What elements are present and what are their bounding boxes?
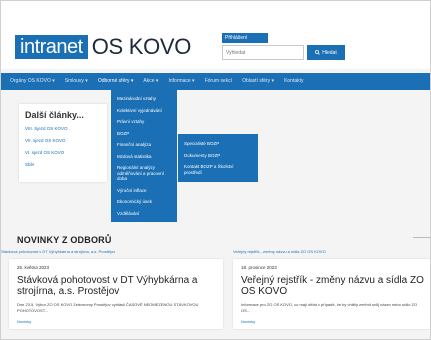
nav-item-kontakty[interactable]: Kontakty [279,73,308,90]
news-category-link[interactable]: Novinky [241,319,424,324]
search-button-label: Hledat [322,49,337,56]
sidebar-link[interactable]: Sběr [25,162,101,167]
nav-item-informace[interactable]: Informace ▾ [163,73,199,90]
news-category-link[interactable]: Novinky [17,319,215,324]
dropdown-item[interactable]: Kolektivní vyjednávání [111,105,177,117]
nav-item-smlouvy[interactable]: Smlouvy ▾ [60,73,93,90]
sidebar-articles: Další články... VIII. Sjezd OS KOVO VII.… [19,104,107,182]
news-title[interactable]: Stávková pohotovost v DT Výhybkárna a st… [17,275,215,297]
news-date: 25. května 2023 [17,265,50,270]
search-icon [315,50,321,55]
nav-item-organy[interactable]: Orgány OS KOVO ▾ [5,73,60,90]
login-link[interactable]: Přihlášení [222,33,268,43]
news-card[interactable]: 25. května 2023 Stávková pohotovost v DT… [9,259,223,329]
news-tag-link[interactable]: Stávková pohotovost v DT Výhybkárna a st… [1,249,115,254]
sidebar-link[interactable]: VI. sjezd OS KOVO [25,150,101,155]
header: intranet OS KOVO Přihlášení Hledat [1,1,430,69]
search-input[interactable] [222,45,304,60]
nav-item-oblasti[interactable]: Oblastí sféry ▾ [237,73,279,90]
nav-item-akce[interactable]: Akce ▾ [138,73,163,90]
news-title[interactable]: Veřejný rejstřík - změny názvu a sídla Z… [241,275,424,297]
news-excerpt: Informace pro ZO OS KOVO, co mají dělat … [241,302,418,313]
page: intranet OS KOVO Přihlášení Hledat Orgán… [0,0,431,340]
submenu-item[interactable]: Specialisté BOZP [178,138,258,150]
sidebar-title: Další články... [25,110,84,120]
dropdown-item-bozp[interactable]: BOZP [111,128,177,140]
divider [413,237,430,238]
sidebar-link[interactable]: VIII. Sjezd OS KOVO [25,126,101,131]
news-section-heading: NOVINKY Z ODBORŮ [17,235,112,245]
site-logo[interactable]: intranet OS KOVO [15,34,192,59]
submenu-item[interactable]: Kontakt BOZP a Školství prostředí [178,161,258,178]
dropdown-item[interactable]: Mzdová statistika [111,151,177,163]
sidebar-link[interactable]: VII. sjezd OS KOVO [25,138,101,143]
logo-text: OS KOVO [91,34,192,59]
dropdown-item[interactable]: Regionální analýzy odměňování a pracovní… [111,162,177,185]
submenu-item[interactable]: Dokumenty BOZP [178,150,258,162]
dropdown-item[interactable]: Výroční inflace [111,185,177,197]
news-date: 18. prosince 2023 [241,265,277,270]
dropdown-item[interactable]: Vzdělávání [111,208,177,220]
news-card[interactable]: 18. prosince 2023 Veřejný rejstřík - změ… [233,259,430,329]
nav-item-odborne-sfery[interactable]: Odborné sféry ▾ [93,73,139,90]
dropdown-item[interactable]: Mezinárodní vztahy [111,93,177,105]
main-navbar: Orgány OS KOVO ▾ Smlouvy ▾ Odborné sféry… [1,73,430,90]
dropdown-item[interactable]: Finanční analýza [111,139,177,151]
nav-dropdown-menu: Mezinárodní vztahy Kolektivní vyjednáván… [111,90,177,222]
news-excerpt: Dne 23.5. Výbor ZO OS KOVO Zeleznomy Pro… [17,302,199,313]
nav-submenu-bozp: Specialisté BOZP Dokumenty BOZP Kontakt … [178,134,258,182]
search-button[interactable]: Hledat [307,45,345,60]
nav-item-forum[interactable]: Fórum sekcí [200,73,238,90]
dropdown-item[interactable]: Ekonomický úsek [111,196,177,208]
dropdown-item[interactable]: Právní vztahy [111,116,177,128]
news-tag-link[interactable]: Veřejný rejstřík - změny názvu a sídla Z… [233,249,326,254]
logo-badge: intranet [15,35,88,59]
